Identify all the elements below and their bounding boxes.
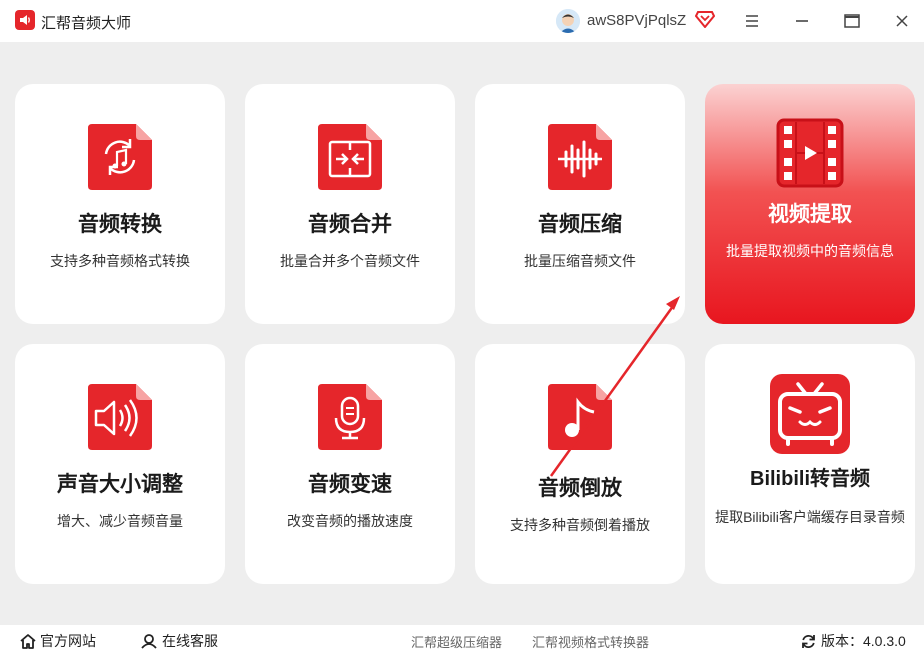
- compressor-link[interactable]: 汇帮超级压缩器: [411, 632, 502, 651]
- official-website-link[interactable]: 官方网站: [20, 631, 96, 651]
- card-video-extract[interactable]: 视频提取 批量提取视频中的音频信息: [705, 84, 915, 324]
- card-title: 音频转换: [78, 213, 162, 236]
- card-title: 音频压缩: [538, 213, 622, 236]
- footer-bar: 官方网站 在线客服 汇帮超级压缩器 汇帮视频格式转换器 版本：4.0.3.0: [0, 625, 924, 653]
- username[interactable]: awS8PVjPqlsZ: [587, 12, 686, 29]
- card-bilibili-audio[interactable]: Bilibili转音频 提取Bilibili客户端缓存目录音频: [705, 344, 915, 584]
- minimize-button[interactable]: [788, 8, 816, 34]
- video-converter-link[interactable]: 汇帮视频格式转换器: [532, 632, 649, 651]
- online-support-link[interactable]: 在线客服: [141, 631, 218, 651]
- card-description: 提取Bilibili客户端缓存目录音频: [715, 509, 905, 525]
- card-audio-compress[interactable]: 音频压缩 批量压缩音频文件: [475, 84, 685, 324]
- card-description: 批量提取视频中的音频信息: [726, 243, 894, 259]
- audio-speed-icon: [318, 384, 382, 450]
- card-description: 增大、减少音频音量: [57, 513, 183, 529]
- audio-convert-icon: [88, 124, 152, 190]
- card-description: 改变音频的播放速度: [287, 513, 413, 529]
- audio-merge-icon: [318, 124, 382, 190]
- card-title: 视频提取: [768, 203, 852, 226]
- official-website-label: 官方网站: [40, 633, 96, 649]
- close-icon: [896, 15, 908, 27]
- version-info[interactable]: 版本：4.0.3.0: [801, 631, 906, 651]
- audio-compress-icon: [548, 124, 612, 190]
- card-volume-adjust[interactable]: 声音大小调整 增大、减少音频音量: [15, 344, 225, 584]
- card-description: 批量压缩音频文件: [524, 253, 636, 269]
- card-title: 声音大小调整: [57, 473, 183, 496]
- minimize-icon: [796, 20, 808, 22]
- customer-service-icon: [141, 633, 157, 649]
- card-audio-speed[interactable]: 音频变速 改变音频的播放速度: [245, 344, 455, 584]
- user-avatar[interactable]: [556, 9, 580, 33]
- card-title: 音频合并: [308, 213, 392, 236]
- video-extract-icon: [776, 118, 844, 188]
- app-logo: [15, 10, 35, 30]
- card-audio-convert[interactable]: 音频转换 支持多种音频格式转换: [15, 84, 225, 324]
- volume-adjust-icon: [88, 384, 152, 450]
- card-title: 音频变速: [308, 473, 392, 496]
- card-description: 支持多种音频倒着播放: [510, 517, 650, 533]
- card-audio-reverse[interactable]: 音频倒放 支持多种音频倒着播放: [475, 344, 685, 584]
- maximize-button[interactable]: [838, 8, 866, 34]
- card-title: 音频倒放: [538, 477, 622, 500]
- audio-reverse-icon: [548, 384, 612, 450]
- online-support-label: 在线客服: [162, 633, 218, 649]
- card-description: 支持多种音频格式转换: [50, 253, 190, 269]
- card-audio-merge[interactable]: 音频合并 批量合并多个音频文件: [245, 84, 455, 324]
- version-label: 版本：4.0.3.0: [821, 633, 906, 649]
- speaker-logo-icon: [20, 15, 30, 25]
- hamburger-icon: [746, 15, 758, 27]
- title-bar: 汇帮音频大师 awS8PVjPqlsZ: [0, 0, 924, 42]
- bilibili-icon: [770, 374, 850, 454]
- refresh-icon: [802, 634, 815, 648]
- vip-diamond-icon[interactable]: [695, 10, 715, 28]
- maximize-icon: [844, 14, 860, 28]
- app-title: 汇帮音频大师: [41, 15, 132, 32]
- card-title: Bilibili转音频: [750, 468, 870, 490]
- menu-button[interactable]: [738, 8, 766, 34]
- home-icon: [20, 633, 36, 649]
- close-button[interactable]: [888, 8, 916, 34]
- card-description: 批量合并多个音频文件: [280, 253, 420, 269]
